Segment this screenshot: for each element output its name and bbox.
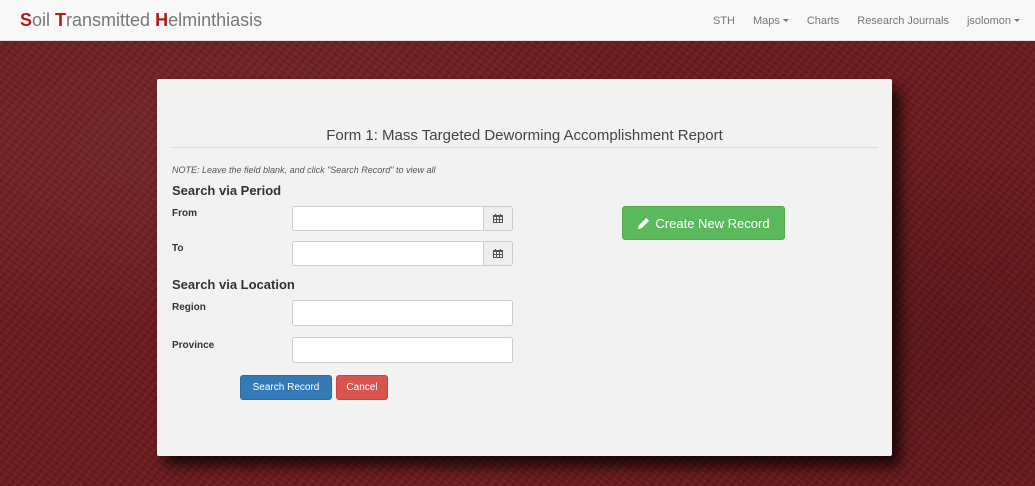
- brand-text: elminthiasis: [168, 10, 263, 30]
- region-label: Region: [172, 302, 206, 313]
- to-calendar-button[interactable]: [483, 241, 513, 266]
- brand-text: oil: [32, 10, 56, 30]
- from-date-group: [292, 206, 513, 231]
- caret-down-icon: [1014, 19, 1020, 23]
- from-calendar-button[interactable]: [483, 206, 513, 231]
- to-label: To: [172, 243, 184, 254]
- province-input[interactable]: [292, 337, 513, 363]
- create-button-label: Create New Record: [655, 215, 770, 231]
- calendar-icon: [493, 214, 503, 223]
- to-date-group: [292, 241, 513, 266]
- search-note: NOTE: Leave the field blank, and click "…: [172, 165, 436, 175]
- nav-user-label: jsolomon: [966, 14, 1011, 27]
- to-date-input[interactable]: [292, 241, 483, 266]
- location-heading: Search via Location: [172, 277, 295, 292]
- brand-text: ransmitted: [66, 10, 156, 30]
- nav-links: STH Maps Charts Research Journals jsolom…: [704, 0, 1029, 41]
- brand-logo[interactable]: Soil Transmitted Helminthiasis: [20, 10, 262, 31]
- nav-maps-label: Maps: [752, 14, 780, 27]
- search-record-button[interactable]: Search Record: [240, 375, 332, 400]
- pencil-icon: [638, 217, 650, 229]
- nav-maps-dropdown[interactable]: Maps: [744, 15, 798, 27]
- top-navbar: Soil Transmitted Helminthiasis STH Maps …: [0, 0, 1035, 41]
- from-label: From: [172, 208, 197, 219]
- brand-letter: S: [20, 10, 33, 30]
- create-new-record-button[interactable]: Create New Record: [622, 206, 785, 240]
- brand-letter: H: [155, 10, 169, 30]
- cancel-button[interactable]: Cancel: [336, 375, 388, 400]
- region-input[interactable]: [292, 300, 513, 326]
- nav-research-journals[interactable]: Research Journals: [848, 15, 958, 27]
- calendar-icon: [493, 249, 503, 258]
- brand-letter: T: [55, 10, 67, 30]
- province-label: Province: [172, 340, 215, 351]
- caret-down-icon: [782, 19, 789, 23]
- nav-sth[interactable]: STH: [704, 15, 744, 27]
- title-divider: [172, 147, 878, 148]
- from-date-input[interactable]: [292, 206, 483, 231]
- period-heading: Search via Period: [172, 183, 282, 198]
- search-form-panel: Form 1: Mass Targeted Deworming Accompli…: [157, 79, 892, 456]
- nav-user-dropdown[interactable]: jsolomon: [958, 15, 1029, 27]
- page-title: Form 1: Mass Targeted Deworming Accompli…: [326, 127, 723, 144]
- nav-charts[interactable]: Charts: [798, 15, 848, 27]
